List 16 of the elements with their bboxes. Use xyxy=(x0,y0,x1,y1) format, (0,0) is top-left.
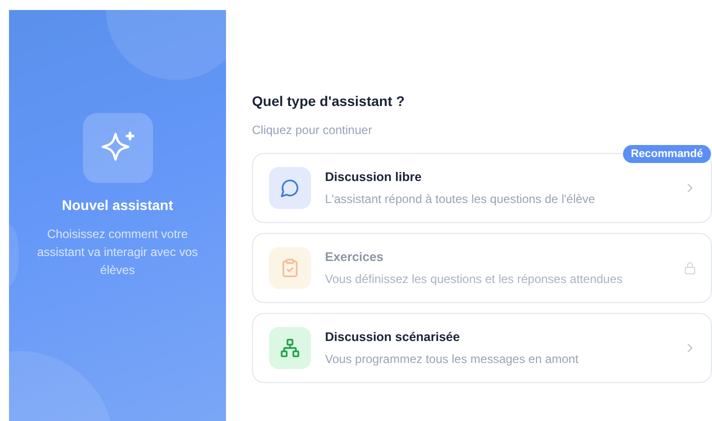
panel-description: Choisissez comment votre assistant va interagir avec vos élèves xyxy=(36,226,199,278)
lock-icon xyxy=(683,261,697,275)
option-title: Exercices xyxy=(325,250,384,264)
option-description: L'assistant répond à toutes les questions de l'élève xyxy=(325,192,596,206)
option-title: Discussion libre xyxy=(325,170,423,184)
option-description: Vous programmez tous les messages en amont xyxy=(325,352,580,366)
option-description: Vous définissez les questions et les réponses attendues xyxy=(325,272,624,286)
page-heading: Quel type d'assistant ? xyxy=(252,93,406,109)
panel-title: Nouvel assistant xyxy=(62,196,174,212)
chat-bubble-icon xyxy=(280,178,300,198)
hierarchy-icon xyxy=(280,338,300,358)
recommended-badge: Recommandé xyxy=(622,145,711,163)
page-subheading: Cliquez pour continuer xyxy=(252,123,374,137)
clipboard-check-icon xyxy=(280,258,300,278)
option-title: Discussion scénarisée xyxy=(325,330,461,344)
option-card[interactable]: Discussion scénarisée Vous programmez tous les messages en amont xyxy=(252,313,712,383)
